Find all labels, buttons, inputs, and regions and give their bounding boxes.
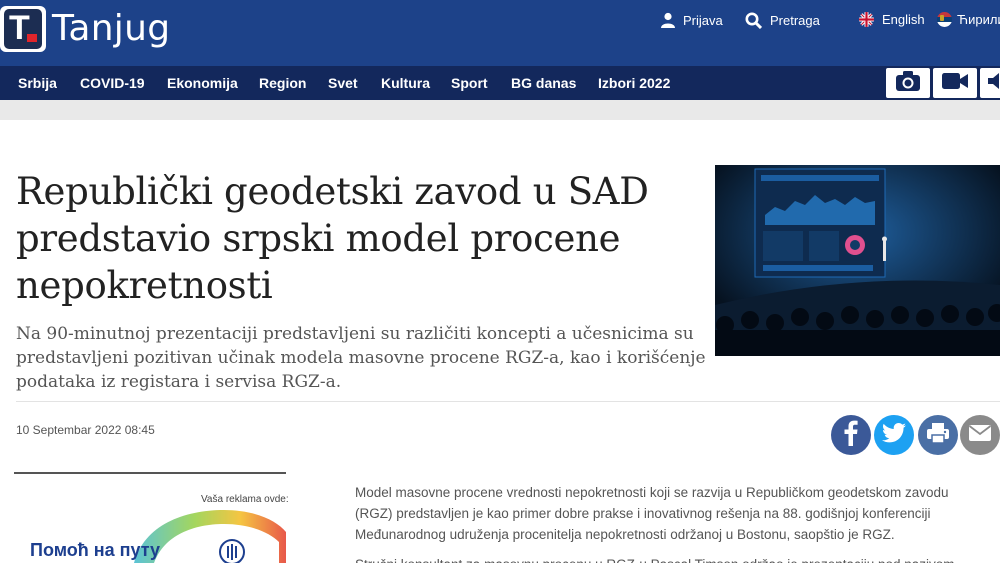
photo-gallery-button[interactable] bbox=[886, 68, 930, 98]
nav-item-covid[interactable]: COVID-19 bbox=[80, 75, 145, 91]
ad-text: Помоћ на путу bbox=[30, 540, 161, 560]
article-date: 10 Septembar 2022 08:45 bbox=[16, 423, 155, 437]
envelope-icon bbox=[968, 424, 992, 447]
facebook-icon bbox=[843, 420, 859, 451]
email-share-button[interactable] bbox=[960, 415, 1000, 455]
video-camera-icon bbox=[941, 71, 969, 96]
tanjug-logo[interactable]: T bbox=[0, 6, 46, 52]
ad-label: Vaša reklama ovde: bbox=[201, 494, 289, 505]
search-label: Pretraga bbox=[770, 13, 820, 28]
article-lead: Na 90-minutnoj prezentaciji predstavljen… bbox=[16, 324, 706, 392]
article-body-paragraph-2: Stručni konsultant za masovnu procenu u … bbox=[355, 554, 995, 563]
nav-item-region[interactable]: Region bbox=[259, 75, 306, 91]
english-label: English bbox=[882, 12, 925, 27]
brand-name[interactable]: Tanjug bbox=[52, 8, 170, 49]
logo-red-accent bbox=[27, 34, 37, 42]
camera-icon bbox=[895, 70, 921, 97]
user-icon bbox=[661, 12, 675, 28]
nav-item-ekonomija[interactable]: Ekonomija bbox=[167, 75, 238, 91]
uk-flag-icon bbox=[859, 12, 874, 27]
nav-item-izbori[interactable]: Izbori 2022 bbox=[598, 75, 670, 91]
main-nav: Srbija COVID-19 Ekonomija Region Svet Ku… bbox=[0, 66, 1000, 100]
search-icon bbox=[745, 12, 762, 29]
ad-strip bbox=[0, 100, 1000, 120]
login-label: Prijava bbox=[683, 12, 723, 28]
nav-item-bg-danas[interactable]: BG danas bbox=[511, 75, 576, 91]
twitter-icon bbox=[882, 422, 906, 448]
share-facebook-button[interactable] bbox=[831, 415, 871, 455]
speaker-icon bbox=[986, 71, 1000, 96]
print-button[interactable] bbox=[918, 415, 958, 455]
share-twitter-button[interactable] bbox=[874, 415, 914, 455]
printer-icon bbox=[926, 422, 950, 449]
nav-item-sport[interactable]: Sport bbox=[451, 75, 488, 91]
nav-item-svet[interactable]: Svet bbox=[328, 75, 358, 91]
article-body-paragraph: Model masovne procene vrednosti nepokret… bbox=[355, 485, 949, 542]
top-header: T Tanjug Prijava Pretraga English Ћирили… bbox=[0, 0, 1000, 66]
ad-top-rule bbox=[14, 472, 286, 474]
ad-banner[interactable]: Помоћ на путу bbox=[14, 510, 286, 563]
english-link[interactable]: English bbox=[859, 12, 925, 27]
nav-item-srbija[interactable]: Srbija bbox=[18, 75, 57, 91]
article-hero-image bbox=[715, 165, 1000, 356]
serbia-flag-icon bbox=[937, 12, 952, 27]
audio-button[interactable] bbox=[980, 68, 1000, 98]
cyrillic-label: Ћирилица bbox=[957, 12, 1000, 27]
search-link[interactable]: Pretraga bbox=[745, 12, 820, 29]
article-divider bbox=[16, 401, 1000, 402]
login-link[interactable]: Prijava bbox=[661, 12, 723, 28]
video-button[interactable] bbox=[933, 68, 977, 98]
article-title: Republički geodetski zavod u SAD predsta… bbox=[16, 170, 649, 307]
cyrillic-link[interactable]: Ћирилица bbox=[937, 12, 1000, 27]
nav-item-kultura[interactable]: Kultura bbox=[381, 75, 430, 91]
